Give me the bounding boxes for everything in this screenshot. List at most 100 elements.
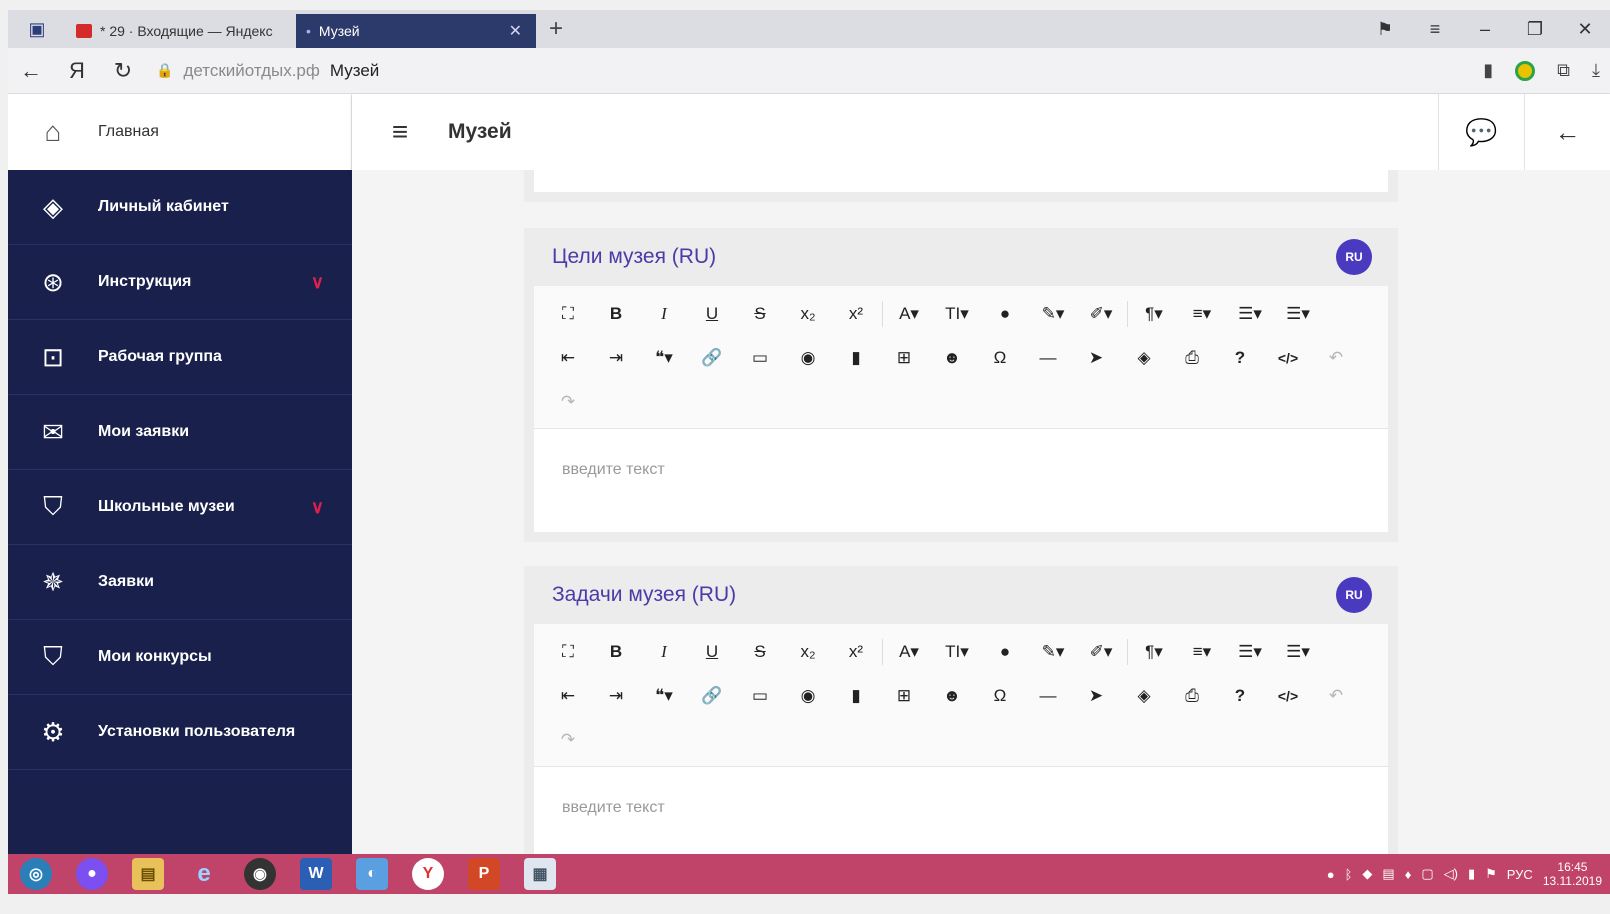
hamburger-menu-icon[interactable]: ≡ xyxy=(352,116,448,148)
print-icon[interactable]: ⎙ xyxy=(1168,348,1216,368)
sound-recorder-icon[interactable]: ◐ xyxy=(344,854,400,894)
volume-icon[interactable]: ◁) xyxy=(1444,866,1458,882)
paragraph-format-icon[interactable]: ¶▾ xyxy=(1130,642,1178,662)
network-icon[interactable]: ▤ xyxy=(1382,866,1394,882)
sidebar-item-requests[interactable]: ✵ Заявки xyxy=(8,545,352,620)
restore-icon[interactable]: ❐ xyxy=(1510,19,1560,40)
bookmark-flag-icon[interactable]: ⚑ xyxy=(1360,19,1410,40)
url-field[interactable]: 🔒 детскийотдых.рф Музей xyxy=(156,61,379,81)
magic-wand-icon[interactable]: ✐▾ xyxy=(1077,642,1125,662)
internet-explorer-icon[interactable]: e xyxy=(176,854,232,894)
sidebar-item-home[interactable]: ⌂ Главная xyxy=(8,94,352,170)
image-icon[interactable]: ▭ xyxy=(736,686,784,706)
chevron-down-icon[interactable]: ∨ xyxy=(311,272,324,293)
clear-format-icon[interactable]: ◈ xyxy=(1120,686,1168,706)
select-all-icon[interactable]: ➤ xyxy=(1072,348,1120,368)
emoji-icon[interactable]: ☻ xyxy=(928,348,976,368)
text-editor-input[interactable] xyxy=(562,461,1162,479)
bluetooth-icon[interactable]: ᛒ xyxy=(1345,867,1353,882)
text-color-icon[interactable]: ● xyxy=(981,642,1029,662)
help-icon[interactable]: ? xyxy=(1216,686,1264,706)
word-icon[interactable]: W xyxy=(288,854,344,894)
ordered-list-icon[interactable]: ☰▾ xyxy=(1226,642,1274,662)
undo-icon[interactable]: ↶ xyxy=(1312,686,1360,706)
emoji-icon[interactable]: ☻ xyxy=(928,686,976,706)
bold-icon[interactable]: B xyxy=(592,304,640,324)
align-icon[interactable]: ≡▾ xyxy=(1178,304,1226,324)
table-icon[interactable]: ⊞ xyxy=(880,686,928,706)
redo-icon[interactable]: ↷ xyxy=(544,730,592,750)
language-indicator[interactable]: РУС xyxy=(1507,867,1533,882)
flag-icon[interactable]: ⚑ xyxy=(1485,866,1497,882)
minimize-icon[interactable]: – xyxy=(1460,19,1510,40)
language-badge[interactable]: RU xyxy=(1336,577,1372,613)
sidebar-item-workgroup[interactable]: ⊡ Рабочая группа xyxy=(8,320,352,395)
browser-menu-icon[interactable]: ≡ xyxy=(1410,19,1460,40)
indent-icon[interactable]: ⇥ xyxy=(592,348,640,368)
sidebar-item-instructions[interactable]: ⊛ Инструкция ∨ xyxy=(8,245,352,320)
font-family-icon[interactable]: A▾ xyxy=(885,304,933,324)
sidebar-item-my-contests[interactable]: ⛉ Мои конкурсы xyxy=(8,620,352,695)
new-tab-button[interactable]: + xyxy=(536,15,576,43)
font-family-icon[interactable]: A▾ xyxy=(885,642,933,662)
monitor-icon[interactable]: ▢ xyxy=(1421,866,1433,882)
underline-icon[interactable]: U xyxy=(688,642,736,662)
editor-area[interactable] xyxy=(534,428,1388,532)
sidebar-item-my-requests[interactable]: ✉ Мои заявки xyxy=(8,395,352,470)
yandex-logo-icon[interactable]: Я xyxy=(54,58,100,84)
italic-icon[interactable]: I xyxy=(640,304,688,324)
tab-museum[interactable]: • Музей ✕ xyxy=(296,14,536,48)
subscript-icon[interactable]: x₂ xyxy=(784,304,832,324)
quote-icon[interactable]: ❝▾ xyxy=(640,686,688,706)
close-icon[interactable]: ✕ xyxy=(1560,19,1610,40)
indent-icon[interactable]: ⇥ xyxy=(592,686,640,706)
subscript-icon[interactable]: x₂ xyxy=(784,642,832,662)
horizontal-line-icon[interactable]: — xyxy=(1024,348,1072,368)
tab-inbox[interactable]: * 29 · Входящие — Яндекс xyxy=(66,14,296,48)
chevron-down-icon[interactable]: ∨ xyxy=(311,497,324,518)
italic-icon[interactable]: I xyxy=(640,642,688,662)
signal-icon[interactable]: ▮ xyxy=(1468,866,1475,882)
tabs-menu-icon[interactable]: ▣ xyxy=(8,10,66,48)
clock[interactable]: 16:45 13.11.2019 xyxy=(1543,860,1602,888)
select-all-icon[interactable]: ➤ xyxy=(1072,686,1120,706)
yandex-browser-icon[interactable]: Y xyxy=(400,854,456,894)
font-size-icon[interactable]: TI▾ xyxy=(933,304,981,324)
align-icon[interactable]: ≡▾ xyxy=(1178,642,1226,662)
camera-icon[interactable]: ◉ xyxy=(784,348,832,368)
table-icon[interactable]: ⊞ xyxy=(880,348,928,368)
undo-icon[interactable]: ↶ xyxy=(1312,348,1360,368)
unordered-list-icon[interactable]: ☰▾ xyxy=(1274,304,1322,324)
browser-app-icon[interactable]: ● xyxy=(64,854,120,894)
chat-bubble-icon[interactable]: 💬 xyxy=(1438,94,1524,170)
bold-icon[interactable]: B xyxy=(592,642,640,662)
underline-icon[interactable]: U xyxy=(688,304,736,324)
link-icon[interactable]: 🔗 xyxy=(688,348,736,368)
horizontal-line-icon[interactable]: — xyxy=(1024,686,1072,706)
paint-brush-icon[interactable]: ✎▾ xyxy=(1029,642,1077,662)
language-badge[interactable]: RU xyxy=(1336,239,1372,275)
print-icon[interactable]: ⎙ xyxy=(1168,686,1216,706)
tab-close-icon[interactable]: ✕ xyxy=(509,21,522,41)
text-color-icon[interactable]: ● xyxy=(981,304,1029,324)
help-icon[interactable]: ? xyxy=(1216,348,1264,368)
tray-app-icon[interactable]: ● xyxy=(1327,867,1335,882)
quote-icon[interactable]: ❝▾ xyxy=(640,348,688,368)
strikethrough-icon[interactable]: S xyxy=(736,304,784,324)
document-viewer-icon[interactable]: ▦ xyxy=(512,854,568,894)
text-editor-input[interactable] xyxy=(562,799,1162,817)
downloads-icon[interactable]: ⤓ xyxy=(1592,60,1600,81)
translate-icon[interactable]: ⧉ xyxy=(1557,60,1570,81)
image-icon[interactable]: ▭ xyxy=(736,348,784,368)
fullscreen-icon[interactable]: ⛶ xyxy=(544,642,592,662)
reload-icon[interactable]: ↻ xyxy=(100,58,146,84)
special-chars-icon[interactable]: Ω xyxy=(976,686,1024,706)
clear-format-icon[interactable]: ◈ xyxy=(1120,348,1168,368)
file-icon[interactable]: ▮ xyxy=(832,686,880,706)
code-view-icon[interactable]: </> xyxy=(1264,350,1312,366)
superscript-icon[interactable]: x² xyxy=(832,304,880,324)
special-chars-icon[interactable]: Ω xyxy=(976,348,1024,368)
strikethrough-icon[interactable]: S xyxy=(736,642,784,662)
outdent-icon[interactable]: ⇤ xyxy=(544,348,592,368)
powerpoint-icon[interactable]: P xyxy=(456,854,512,894)
